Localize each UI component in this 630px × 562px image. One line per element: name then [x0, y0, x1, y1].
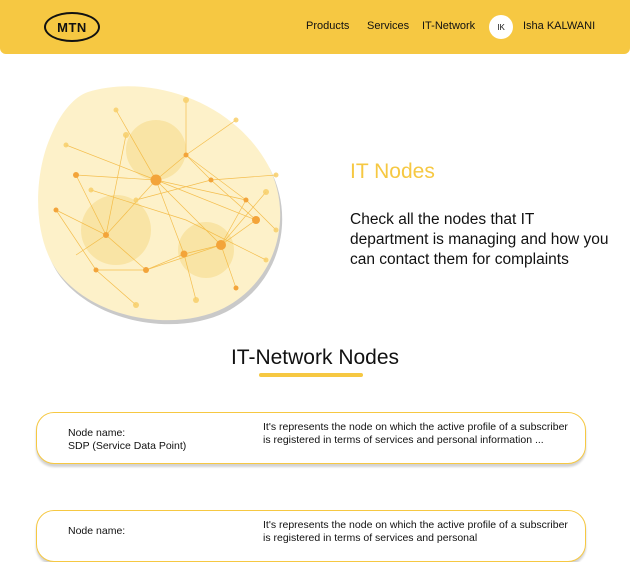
node-name: SDP (Service Data Point): [68, 440, 187, 452]
node-card[interactable]: Node name: SDP (Service Data Point) It's…: [36, 412, 586, 464]
node-description: It's represents the node on which the ac…: [263, 421, 568, 446]
user-name[interactable]: Isha KALWANI: [523, 20, 595, 32]
node-name-label: Node name:: [68, 427, 126, 439]
section-underline: [259, 373, 363, 377]
section-title: IT-Network Nodes: [230, 346, 400, 369]
hero-title: IT Nodes: [350, 160, 435, 183]
nav-services-link[interactable]: Services: [367, 20, 409, 32]
hero-description: Check all the nodes that IT department i…: [350, 211, 609, 268]
nav-products-link[interactable]: Products: [306, 20, 349, 32]
top-navbar: MTN Products Services IT-Network IK Isha…: [0, 0, 630, 54]
user-avatar[interactable]: IK: [489, 15, 513, 39]
node-card[interactable]: Node name: It's represents the node on w…: [36, 510, 586, 562]
node-description: It's represents the node on which the ac…: [263, 519, 568, 544]
node-name-label: Node name:: [68, 525, 126, 537]
nav-it-network-link[interactable]: IT-Network: [422, 20, 475, 32]
network-illustration: [38, 86, 283, 325]
mtn-logo[interactable]: MTN: [44, 12, 100, 42]
